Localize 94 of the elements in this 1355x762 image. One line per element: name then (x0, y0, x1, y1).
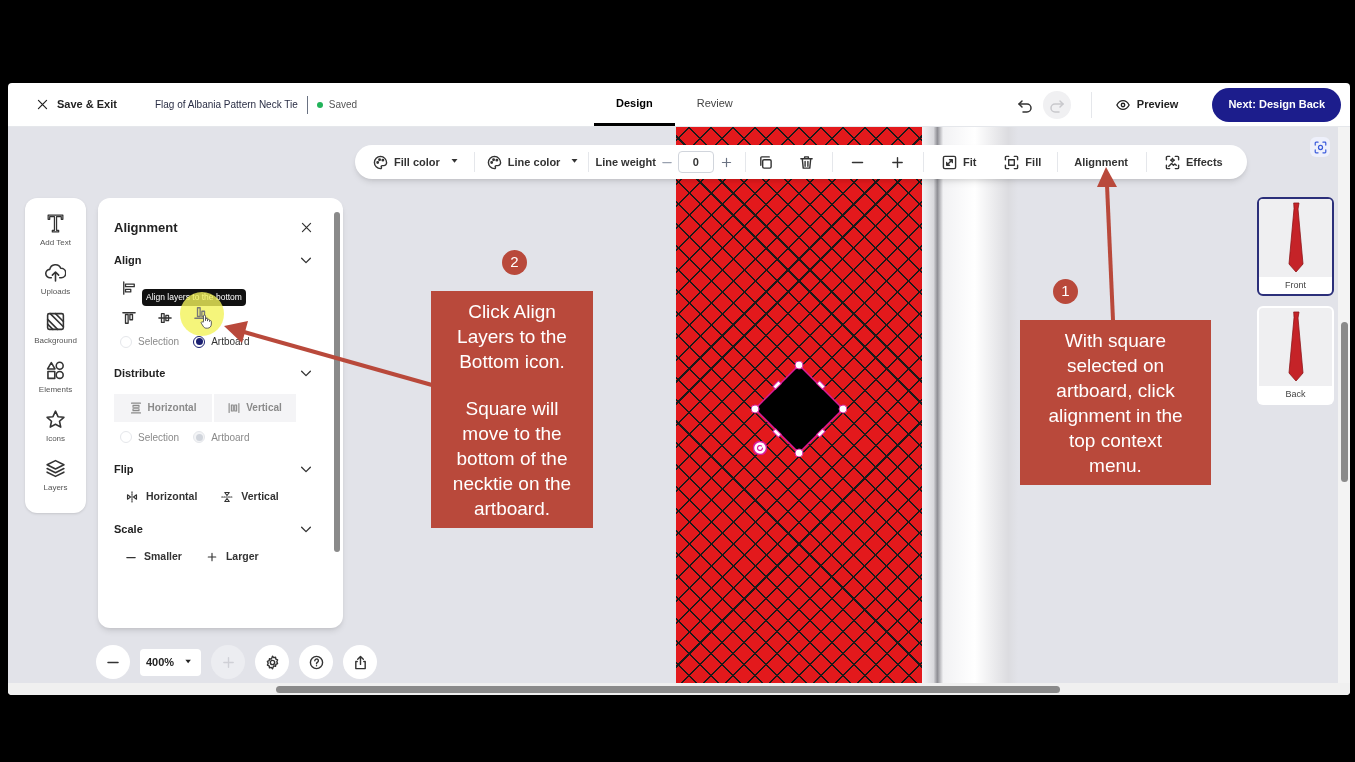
panel-title: Alignment (114, 219, 178, 237)
step-number-badge: 1 (1053, 279, 1078, 304)
panel-scrollbar-thumb[interactable] (334, 212, 340, 552)
sparkle-image-icon (1165, 154, 1181, 170)
section-title: Distribute (114, 366, 166, 381)
flip-horizontal-button[interactable]: Horizontal (126, 489, 198, 505)
radio-label: Selection (138, 430, 180, 445)
star-icon (45, 409, 66, 430)
distribute-vertical-icon (228, 401, 241, 414)
horizontal-scrollbar-thumb[interactable] (276, 686, 1060, 693)
zoom-level-dropdown[interactable]: 400% (140, 648, 202, 676)
plus-icon (889, 154, 905, 170)
necktie-drawing (1285, 311, 1306, 383)
expand-icon (941, 154, 957, 170)
annotation-text: With square selected on artboard, click alignment in the top context menu. (1047, 328, 1184, 478)
distribute-horizontal-icon (129, 401, 142, 414)
radio-label: Artboard (211, 430, 250, 445)
annotation-text: Square will move to the bottom of the necktie on the artboard. (451, 396, 573, 521)
align-left-icon (122, 281, 136, 295)
flip-horizontal-icon (126, 490, 138, 503)
shapes-icon (45, 360, 66, 381)
preview-button[interactable]: Preview (1115, 96, 1179, 113)
close-icon (300, 221, 313, 235)
scale-smaller-button[interactable]: Smaller (126, 549, 182, 565)
radio-label: Selection (138, 335, 180, 349)
increase-line-weight-button[interactable] (719, 155, 733, 169)
scale-larger-button[interactable]: Larger (205, 549, 259, 565)
step-number-badge: 2 (502, 250, 527, 275)
alignment-button[interactable]: Alignment (1074, 145, 1129, 179)
annotation-text: Click Align Layers to the Bottom icon. (456, 299, 568, 374)
page-thumbnail[interactable]: Back (1257, 306, 1334, 405)
necktie-drawing (1285, 202, 1306, 274)
fill-button[interactable]: Fill (1004, 145, 1042, 179)
share-icon (352, 654, 368, 670)
close-icon (36, 98, 49, 111)
focus-view-button[interactable] (1310, 137, 1330, 157)
minus-icon (106, 660, 120, 664)
vertical-scrollbar-thumb[interactable] (1341, 322, 1348, 482)
next-design-back-button[interactable]: Next: Design Back (1212, 87, 1341, 122)
sidebar-item[interactable]: Uploads (40, 262, 71, 303)
sidebar-item[interactable]: Background (34, 311, 77, 352)
minus-icon (661, 160, 672, 164)
help-icon (308, 654, 324, 670)
line-weight-label: Line weight (595, 154, 656, 170)
close-panel-button[interactable] (300, 221, 313, 235)
rotate-handle-icon[interactable] (753, 441, 767, 455)
plus-icon (719, 155, 733, 169)
plus-icon (220, 654, 236, 670)
sidebar-item[interactable]: Add Text (40, 213, 71, 254)
section-title: Scale (114, 521, 143, 537)
flip-vertical-icon (221, 490, 234, 503)
settings-button[interactable] (255, 645, 290, 679)
section-title: Align (114, 252, 142, 268)
align-top-icon (122, 311, 136, 325)
align-left-button[interactable] (122, 281, 136, 295)
cloud-upload-icon (45, 262, 66, 283)
save-status: Saved (328, 98, 358, 112)
align-middle-button[interactable] (158, 311, 172, 325)
minus-icon (850, 160, 864, 164)
delete-icon (798, 154, 814, 170)
settings-icon (264, 654, 280, 670)
decrease-line-weight-button[interactable] (661, 160, 672, 164)
image-icon (45, 311, 66, 332)
align-bottom-button[interactable] (194, 306, 214, 330)
help-button[interactable] (299, 645, 334, 679)
minus-icon (126, 555, 136, 559)
sidebar-item[interactable]: Elements (38, 360, 73, 401)
plus-icon (205, 551, 218, 564)
fit-button[interactable]: Fit (941, 145, 977, 179)
sidebar-item[interactable]: Layers (43, 458, 68, 499)
layers-icon (45, 458, 66, 479)
page-thumbnail[interactable]: Front (1257, 197, 1334, 296)
radio-label: Artboard (211, 335, 250, 349)
pointer-hand-icon (200, 314, 212, 329)
fill-color-button[interactable]: Fill color (373, 145, 462, 179)
frame-icon (1004, 154, 1020, 170)
text-icon (45, 213, 66, 234)
share-button[interactable] (343, 645, 378, 679)
tab[interactable]: Review (674, 83, 755, 126)
flip-vertical-button[interactable]: Vertical (221, 489, 279, 505)
align-middle-icon (158, 311, 172, 325)
focus-icon (1313, 140, 1327, 154)
line-color-button[interactable]: Line color (486, 145, 583, 179)
align-top-button[interactable] (122, 311, 136, 325)
effects-button[interactable]: Effects (1165, 145, 1223, 179)
sidebar-item[interactable]: Icons (45, 409, 66, 450)
palette-icon (486, 154, 502, 170)
duplicate-icon (757, 154, 773, 170)
save-and-exit-button[interactable]: Save & Exit (36, 96, 117, 113)
line-weight-field[interactable]: 0 (677, 151, 714, 173)
palette-icon (373, 154, 388, 170)
section-title: Flip (114, 461, 134, 477)
eye-icon (1115, 97, 1130, 112)
document-title: Flag of Albania Pattern Neck Tie (154, 98, 298, 112)
